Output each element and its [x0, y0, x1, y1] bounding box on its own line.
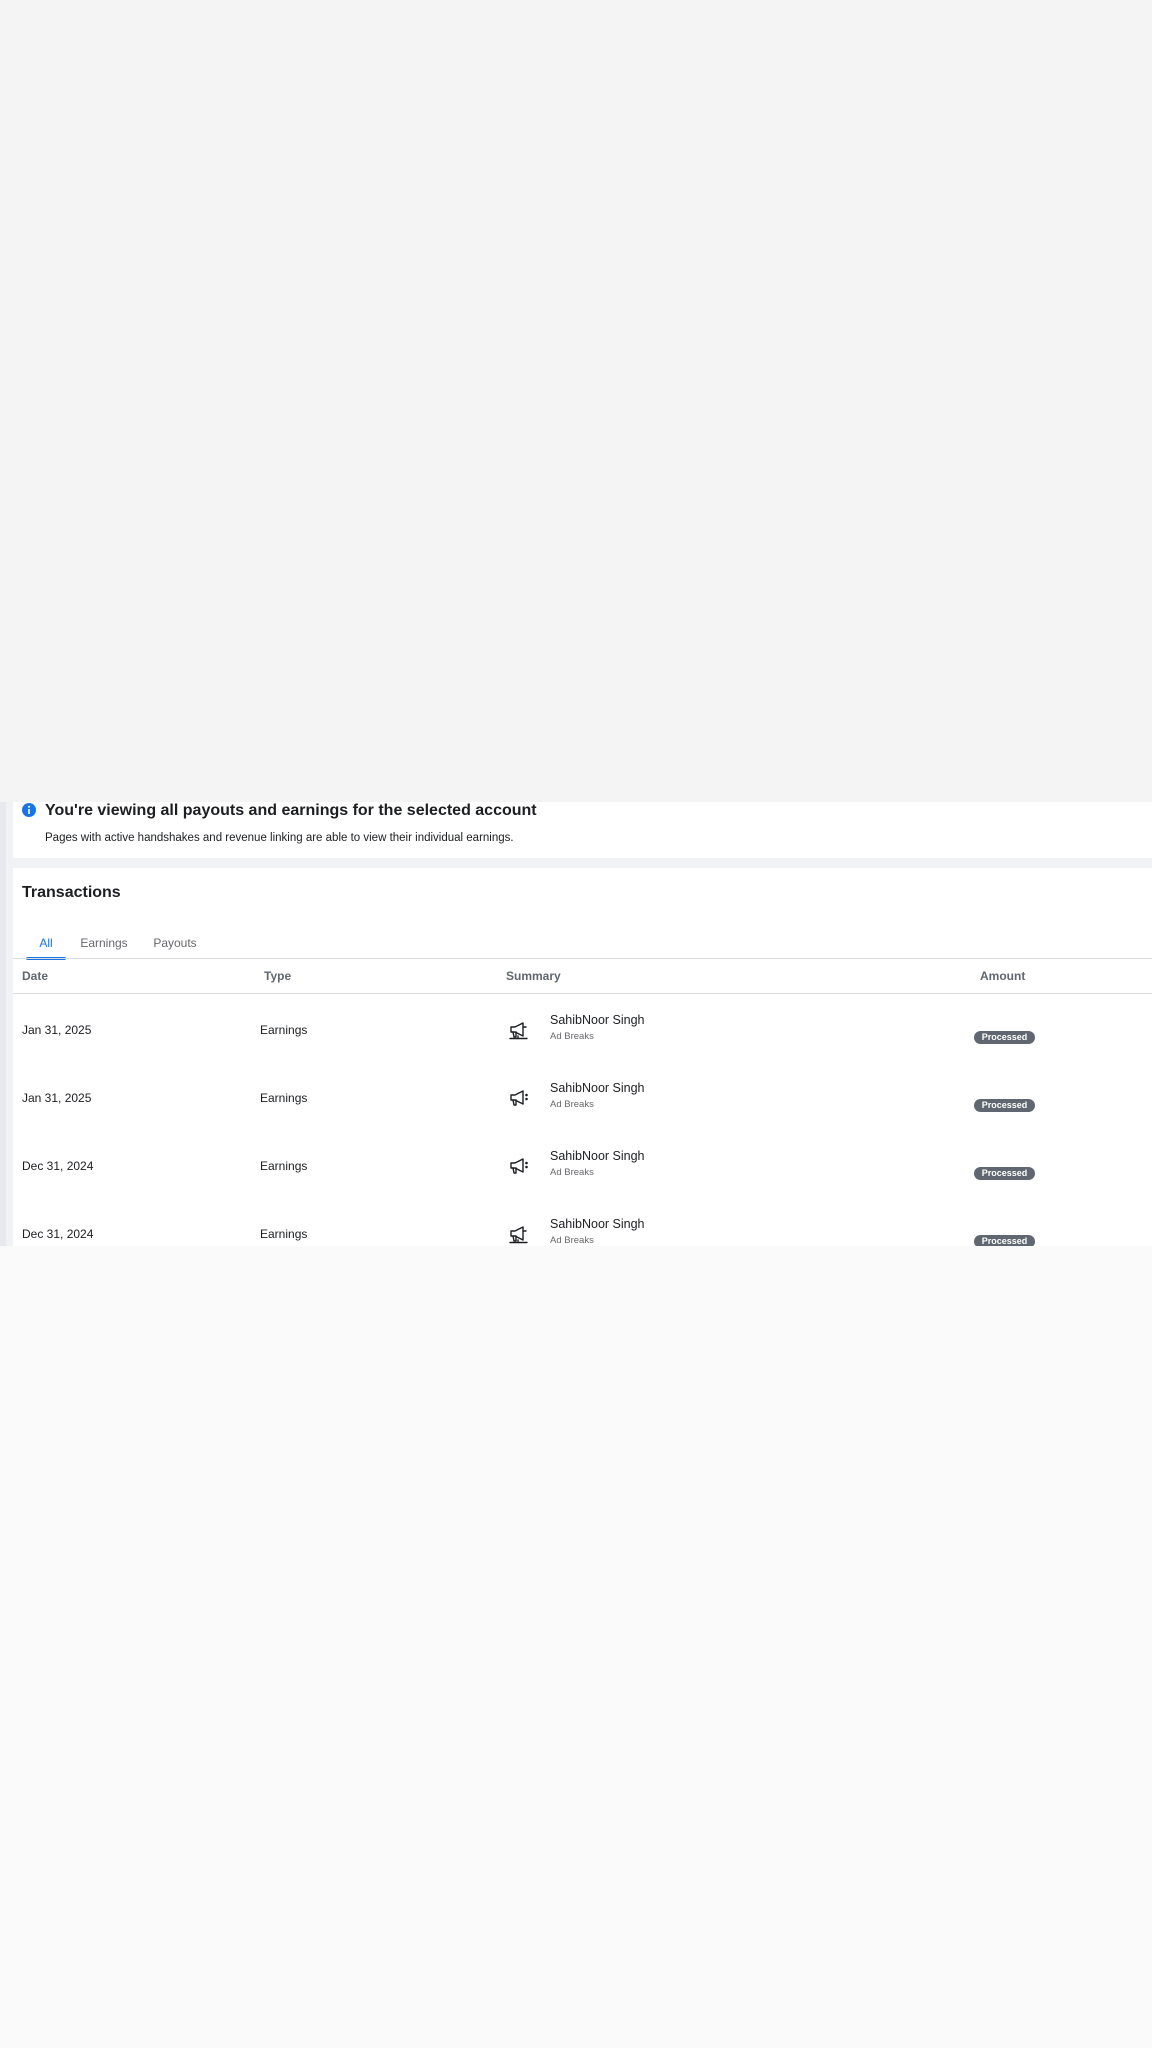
column-header-amount[interactable]: Amount: [980, 969, 1025, 983]
row-summary-sub: Ad Breaks: [550, 1167, 594, 1178]
table-header: Date Type Summary Amount: [13, 959, 1152, 994]
row-summary-sub: Ad Breaks: [550, 1031, 594, 1042]
tab-payouts[interactable]: Payouts: [145, 928, 205, 958]
column-header-date[interactable]: Date: [22, 969, 48, 983]
transactions-card: Transactions All Earnings Payouts Date T…: [13, 868, 1152, 1246]
sidebar-edge: [0, 802, 6, 1246]
column-header-summary[interactable]: Summary: [506, 969, 561, 983]
notice-text: Pages with active handshakes and revenue…: [45, 832, 514, 844]
row-date: Jan 31, 2025: [22, 1023, 92, 1037]
table-row[interactable]: Jan 31, 2025 Earnings SahibNoor Singh Ad…: [13, 994, 1152, 1062]
row-date: Dec 31, 2024: [22, 1159, 94, 1173]
blank-area-top: [0, 0, 1152, 802]
tab-earnings[interactable]: Earnings: [73, 928, 135, 958]
info-notice: You're viewing all payouts and earnings …: [13, 802, 1152, 858]
info-icon: [22, 803, 36, 817]
row-date: Jan 31, 2025: [22, 1091, 92, 1105]
row-summary-sub: Ad Breaks: [550, 1099, 594, 1110]
column-header-type[interactable]: Type: [264, 969, 291, 983]
status-badge: Processed: [974, 1031, 1035, 1044]
transactions-title: Transactions: [22, 884, 121, 901]
megaphone-icon: [510, 1090, 528, 1106]
ad-breaks-icon: [509, 1022, 528, 1040]
row-type: Earnings: [260, 1091, 308, 1105]
row-summary-sub: Ad Breaks: [550, 1235, 594, 1246]
tab-all[interactable]: All: [26, 928, 66, 958]
row-type: Earnings: [260, 1023, 308, 1037]
row-type: Earnings: [260, 1227, 308, 1241]
row-summary-name: SahibNoor Singh: [550, 1013, 645, 1027]
table-row[interactable]: Dec 31, 2024 Earnings SahibNoor Singh Ad…: [13, 1198, 1152, 1246]
row-summary-name: SahibNoor Singh: [550, 1217, 645, 1231]
row-summary-name: SahibNoor Singh: [550, 1149, 645, 1163]
notice-title: You're viewing all payouts and earnings …: [45, 802, 537, 819]
earnings-panel: You're viewing all payouts and earnings …: [0, 802, 1152, 1246]
row-date: Dec 31, 2024: [22, 1227, 94, 1241]
row-type: Earnings: [260, 1159, 308, 1173]
row-summary-name: SahibNoor Singh: [550, 1081, 645, 1095]
status-badge: Processed: [974, 1235, 1035, 1246]
status-badge: Processed: [974, 1099, 1035, 1112]
megaphone-icon: [510, 1158, 528, 1174]
blank-area-bottom: [0, 1246, 1152, 2048]
ad-breaks-icon: [509, 1226, 528, 1244]
table-row[interactable]: Dec 31, 2024 Earnings SahibNoor Singh Ad…: [13, 1130, 1152, 1198]
status-badge: Processed: [974, 1167, 1035, 1180]
table-row[interactable]: Jan 31, 2025 Earnings SahibNoor Singh Ad…: [13, 1062, 1152, 1130]
transactions-tabs: All Earnings Payouts: [13, 928, 1152, 960]
